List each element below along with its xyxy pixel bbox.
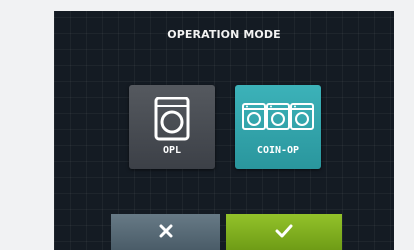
three-washing-machines-icon [242, 103, 314, 130]
coin-op-mode-label: COIN-OP [256, 145, 300, 156]
confirm-button[interactable] [226, 214, 342, 250]
page-title: OPERATION MODE [167, 28, 281, 41]
opl-mode-button[interactable]: OPL [129, 85, 215, 169]
cancel-button[interactable] [111, 214, 220, 250]
washing-machine-icon [154, 97, 190, 141]
operation-mode-screen: OPERATION MODE OPL COIN-OP [54, 11, 394, 250]
coin-op-mode-button[interactable]: COIN-OP [235, 85, 321, 169]
close-icon [159, 224, 172, 238]
check-icon [275, 224, 293, 238]
opl-mode-label: OPL [162, 145, 182, 156]
